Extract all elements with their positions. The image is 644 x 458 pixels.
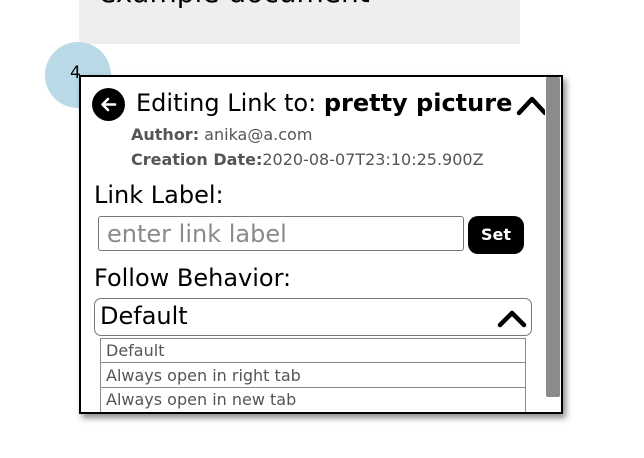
link-label-input[interactable] [98,216,464,251]
chevron-up-icon [497,310,527,328]
link-target-name: pretty picture [323,89,513,117]
creation-date-label: Creation Date: [131,150,263,169]
follow-option-default[interactable]: Default [100,338,526,364]
editor-title: Editing Link to: pretty picture [136,89,512,117]
creation-date-value: 2020-08-07T23:10:25.900Z [262,150,484,169]
author-label: Author: [131,125,200,144]
creation-date-line: Creation Date:2020-08-07T23:10:25.900Z [131,150,484,169]
follow-behavior-select[interactable]: Default [94,298,532,336]
follow-behavior-selected: Default [100,302,188,330]
document-title: example document [99,0,370,9]
author-value: anika@a.com [199,125,313,144]
author-line: Author: anika@a.com [131,125,312,144]
document-card[interactable]: example document [79,0,520,44]
editor-title-prefix: Editing Link to: [136,89,324,117]
link-editor-panel: Editing Link to: pretty picture Author: … [79,75,563,414]
back-button[interactable] [92,88,125,121]
follow-option-right-tab[interactable]: Always open in right tab [100,362,526,389]
scrollbar-thumb[interactable] [546,77,560,397]
set-button[interactable]: Set [468,216,524,254]
follow-option-new-tab[interactable]: Always open in new tab [100,387,526,412]
follow-behavior-heading: Follow Behavior: [94,264,292,292]
arrow-left-icon [101,97,117,112]
chevron-up-icon[interactable] [516,94,548,116]
link-label-heading: Link Label: [94,181,224,209]
